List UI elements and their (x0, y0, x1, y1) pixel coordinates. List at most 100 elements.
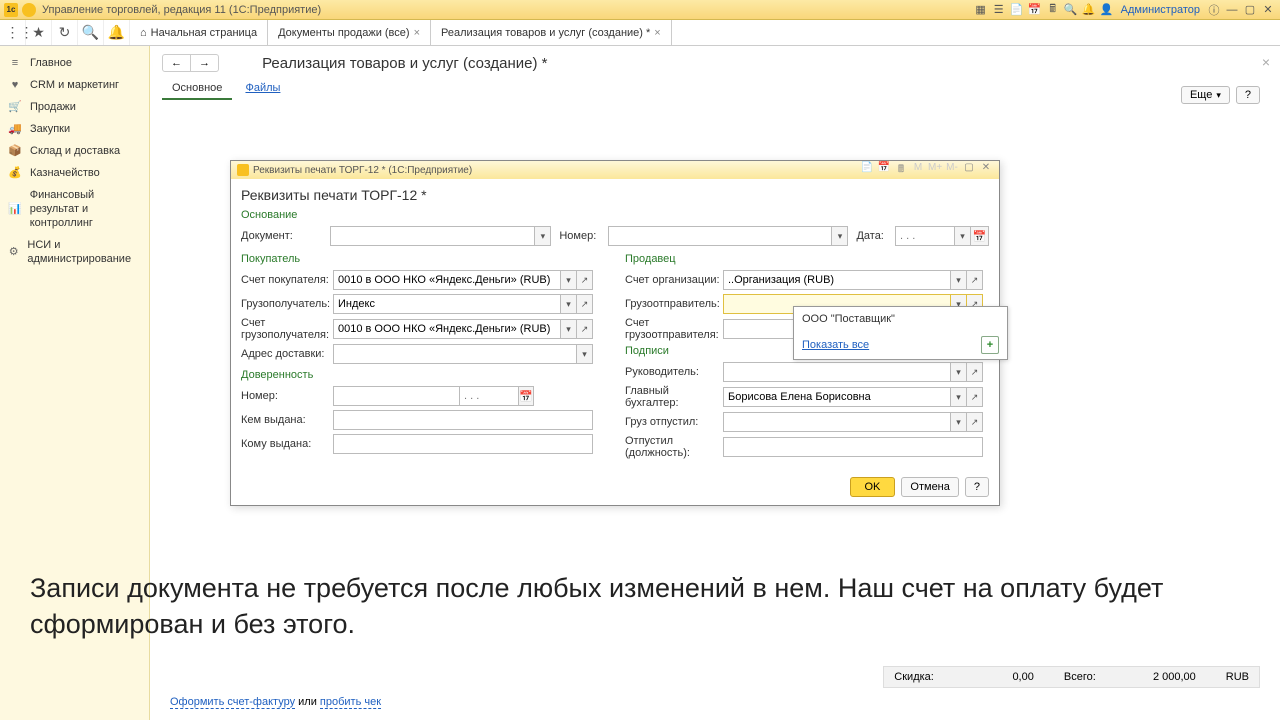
open-icon[interactable]: ↗ (577, 319, 593, 339)
calendar-icon[interactable]: 📅 (1027, 2, 1043, 18)
nav-purchases[interactable]: 🚚Закупки (0, 118, 149, 140)
dropdown-icon[interactable]: ▾ (577, 344, 593, 364)
proxy-date-input[interactable] (459, 386, 519, 406)
totals-bar: Скидка: 0,00 Всего: 2 000,00 RUB (883, 666, 1260, 688)
released-input[interactable] (723, 412, 951, 432)
head-input[interactable] (723, 362, 951, 382)
modal-tool-icon[interactable]: 📄 (860, 162, 874, 179)
nav-back-forward[interactable]: ←→ (162, 54, 219, 72)
modal-close-icon[interactable]: ✕ (979, 162, 993, 179)
label-document: Документ: (241, 230, 330, 242)
label-proxy-number: Номер: (241, 390, 333, 402)
help-button[interactable]: ? (1236, 86, 1260, 104)
toolbar-icon[interactable]: ▦ (973, 2, 989, 18)
dropdown-icon[interactable]: ▾ (832, 226, 848, 246)
page-close-icon[interactable]: × (1262, 54, 1270, 70)
modal-maximize-icon[interactable]: ▢ (962, 162, 976, 179)
modal-tool-icon: M- (945, 162, 959, 179)
dropdown-icon[interactable]: ▾ (951, 362, 967, 382)
modal-tool-icon[interactable]: 🖩 (894, 162, 908, 179)
nav-finance[interactable]: 📊Финансовый результат и контроллинг (0, 184, 149, 234)
nav-arrow-icon[interactable] (22, 3, 36, 17)
forward-icon: → (191, 55, 218, 71)
open-icon[interactable]: ↗ (577, 270, 593, 290)
ok-button[interactable]: OK (850, 477, 896, 497)
label-issued-by: Кем выдана: (241, 414, 333, 426)
subtab-main[interactable]: Основное (162, 78, 232, 100)
modal-title: Реквизиты печати ТОРГ-12 * (241, 187, 989, 203)
dropdown-option[interactable]: ООО "Поставщик" (794, 307, 1007, 331)
dropdown-icon[interactable]: ▾ (951, 412, 967, 432)
nav-crm[interactable]: ♥CRM и маркетинг (0, 74, 149, 96)
star-icon[interactable]: ★ (26, 20, 52, 45)
document-input[interactable] (330, 226, 536, 246)
history-icon[interactable]: ↻ (52, 20, 78, 45)
modal-tool-icon: M (911, 162, 925, 179)
open-icon[interactable]: ↗ (967, 387, 983, 407)
tab-documents[interactable]: Документы продажи (все)× (268, 20, 431, 45)
dropdown-icon[interactable]: ▾ (951, 270, 967, 290)
date-input[interactable] (895, 226, 955, 246)
more-button[interactable]: Еще ▾ (1181, 86, 1230, 104)
position-input[interactable] (723, 437, 983, 457)
section-proxy: Доверенность (241, 369, 605, 381)
dropdown-icon[interactable]: ▾ (955, 226, 971, 246)
dropdown-icon[interactable]: ▾ (561, 270, 577, 290)
accountant-input[interactable] (723, 387, 951, 407)
open-icon[interactable]: ↗ (967, 412, 983, 432)
org-account-input[interactable] (723, 270, 951, 290)
consignee-account-input[interactable] (333, 319, 561, 339)
buyer-account-input[interactable] (333, 270, 561, 290)
dropdown-icon[interactable]: ▾ (561, 319, 577, 339)
nav-treasury[interactable]: 💰Казначейство (0, 162, 149, 184)
user-name[interactable]: Администратор (1117, 4, 1204, 16)
label-released: Груз отпустил: (625, 416, 723, 428)
nav-main[interactable]: ≡Главное (0, 52, 149, 74)
close-icon[interactable]: × (654, 27, 660, 39)
search-icon[interactable]: 🔍 (1063, 2, 1079, 18)
overlay-caption: Записи документа не требуется после любы… (30, 570, 1250, 643)
open-icon[interactable]: ↗ (967, 362, 983, 382)
tab-home[interactable]: ⌂Начальная страница (130, 20, 268, 45)
modal-tool-icon[interactable]: 📅 (877, 162, 891, 179)
issued-by-input[interactable] (333, 410, 593, 430)
label-accountant: Главный бухгалтер: (625, 385, 723, 409)
dropdown-icon[interactable]: ▾ (561, 294, 577, 314)
info-icon[interactable]: ⓘ (1206, 2, 1222, 18)
invoice-link[interactable]: Оформить счет-фактуру (170, 696, 295, 709)
close-icon[interactable]: × (414, 27, 420, 39)
dropdown-icon[interactable]: ▾ (951, 387, 967, 407)
cancel-button[interactable]: Отмена (901, 477, 958, 497)
nav-sales[interactable]: 🛒Продажи (0, 96, 149, 118)
tab-realization[interactable]: Реализация товаров и услуг (создание) *× (431, 20, 672, 45)
toolbar-icon[interactable]: 📄 (1009, 2, 1025, 18)
calc-icon[interactable]: 🖩 (1045, 2, 1061, 18)
bell-icon[interactable]: 🔔 (104, 20, 130, 45)
calendar-icon[interactable]: 📅 (971, 226, 989, 246)
close-icon[interactable]: ✕ (1260, 2, 1276, 18)
address-input[interactable] (333, 344, 577, 364)
calendar-icon[interactable]: 📅 (519, 386, 534, 406)
minimize-icon[interactable]: — (1224, 2, 1240, 18)
nav-nsi[interactable]: ⚙НСИ и администрирование (0, 234, 149, 270)
receipt-link[interactable]: пробить чек (320, 696, 381, 709)
apps-icon[interactable]: ⋮⋮⋮ (0, 20, 26, 45)
search-icon[interactable]: 🔍 (78, 20, 104, 45)
consignee-input[interactable] (333, 294, 561, 314)
label-number: Номер: (559, 230, 607, 242)
open-icon[interactable]: ↗ (577, 294, 593, 314)
bell-icon[interactable]: 🔔 (1081, 2, 1097, 18)
issued-to-input[interactable] (333, 434, 593, 454)
label-total: Всего: (1064, 671, 1096, 683)
help-button[interactable]: ? (965, 477, 989, 497)
open-icon[interactable]: ↗ (967, 270, 983, 290)
add-icon[interactable]: + (981, 336, 999, 354)
nav-warehouse[interactable]: 📦Склад и доставка (0, 140, 149, 162)
dropdown-icon[interactable]: ▾ (535, 226, 551, 246)
number-input[interactable] (608, 226, 833, 246)
label-org-account: Счет организации: (625, 274, 723, 286)
show-all-link[interactable]: Показать все (802, 339, 869, 351)
maximize-icon[interactable]: ▢ (1242, 2, 1258, 18)
subtab-files[interactable]: Файлы (235, 78, 290, 98)
toolbar-icon[interactable]: ☰ (991, 2, 1007, 18)
